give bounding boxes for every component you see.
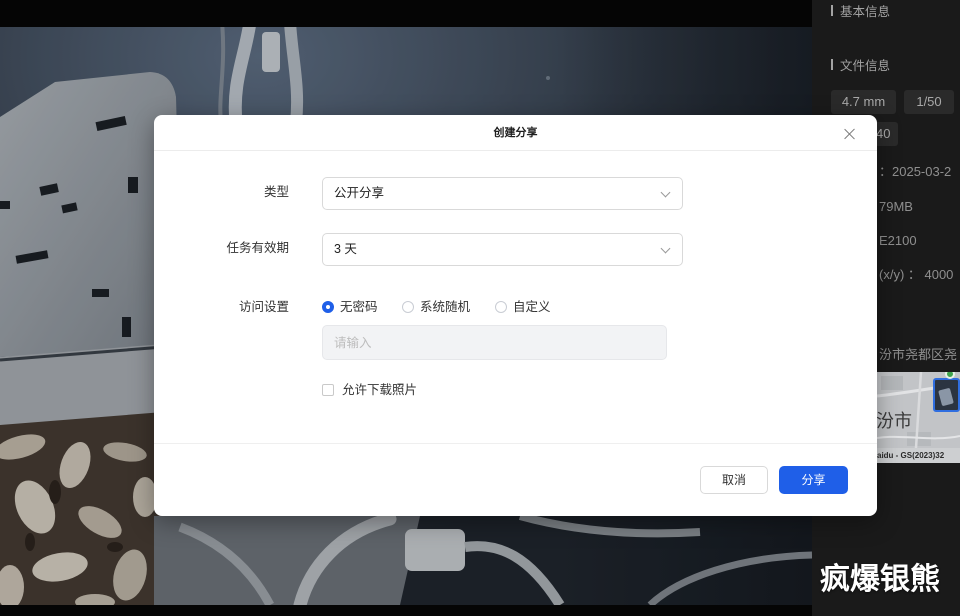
- chevron-down-icon: [660, 187, 671, 198]
- marker-thumbnail: [938, 387, 954, 407]
- exif-tag: 1/50: [904, 90, 954, 114]
- section-label: 基本信息: [840, 4, 891, 19]
- radio-label: 系统随机: [420, 300, 471, 314]
- radio-icon: [402, 301, 414, 313]
- radio-label: 无密码: [340, 300, 378, 314]
- type-select-value: 公开分享: [334, 186, 385, 200]
- chevron-down-icon: [660, 243, 671, 254]
- section-title-basic[interactable]: 基本信息: [831, 3, 891, 19]
- location-text: 汾市尧都区尧: [879, 347, 958, 362]
- photo-viewer: 基本信息 文件信息 4.7 mm 1/50 40 ：2025-03-2 79MB…: [0, 0, 960, 616]
- type-select[interactable]: 公开分享: [322, 177, 683, 210]
- expiry-label: 任务有效期: [226, 241, 289, 255]
- radio-icon: [495, 301, 507, 313]
- map-block: [881, 376, 903, 390]
- section-bar: [831, 4, 833, 16]
- create-share-dialog: 创建分享 类型 公开分享 任务有效期 3 天 访问设置 无密码 系统随机 自定义: [154, 115, 877, 516]
- radio-option-no-password[interactable]: 无密码: [322, 299, 378, 315]
- close-icon: [844, 128, 856, 140]
- photo-marker-icon[interactable]: [933, 378, 960, 412]
- bottom-bar: [0, 605, 812, 616]
- radio-option-custom[interactable]: 自定义: [495, 299, 551, 315]
- expiry-select-value: 3 天: [334, 242, 357, 256]
- top-bar: [0, 0, 812, 27]
- dialog-divider: [154, 443, 877, 444]
- radio-label: 自定义: [513, 300, 551, 314]
- password-input[interactable]: [322, 325, 667, 360]
- share-button[interactable]: 分享: [779, 466, 848, 494]
- close-button[interactable]: [842, 126, 858, 142]
- meta-row-resolution: (x/y) ： 4000: [879, 267, 954, 282]
- exif-tag: 4.7 mm: [831, 90, 896, 114]
- radio-icon: [322, 301, 334, 313]
- dialog-header: 创建分享: [154, 115, 877, 151]
- allow-download-checkbox[interactable]: [322, 384, 334, 396]
- map-attribution: aidu - GS(2023)32: [877, 451, 945, 460]
- access-label: 访问设置: [238, 300, 289, 314]
- section-title-file[interactable]: 文件信息: [831, 57, 891, 73]
- radio-option-system-random[interactable]: 系统随机: [402, 299, 470, 315]
- type-label: 类型: [263, 185, 289, 199]
- meta-row-size: 79MB: [879, 199, 913, 214]
- map-city-label: 汾市: [877, 411, 912, 431]
- dialog-title: 创建分享: [493, 127, 538, 139]
- watermark: 疯爆银熊: [820, 563, 940, 596]
- expiry-select[interactable]: 3 天: [322, 233, 683, 266]
- section-label: 文件信息: [840, 58, 891, 73]
- location-map[interactable]: 汾市 aidu - GS(2023)32: [877, 372, 960, 463]
- meta-row-date: ：2025-03-2: [879, 164, 952, 179]
- allow-download-label[interactable]: 允许下载照片: [342, 382, 417, 398]
- cancel-button[interactable]: 取消: [700, 466, 768, 494]
- section-bar: [831, 58, 833, 70]
- meta-row-model: E2100: [879, 233, 917, 248]
